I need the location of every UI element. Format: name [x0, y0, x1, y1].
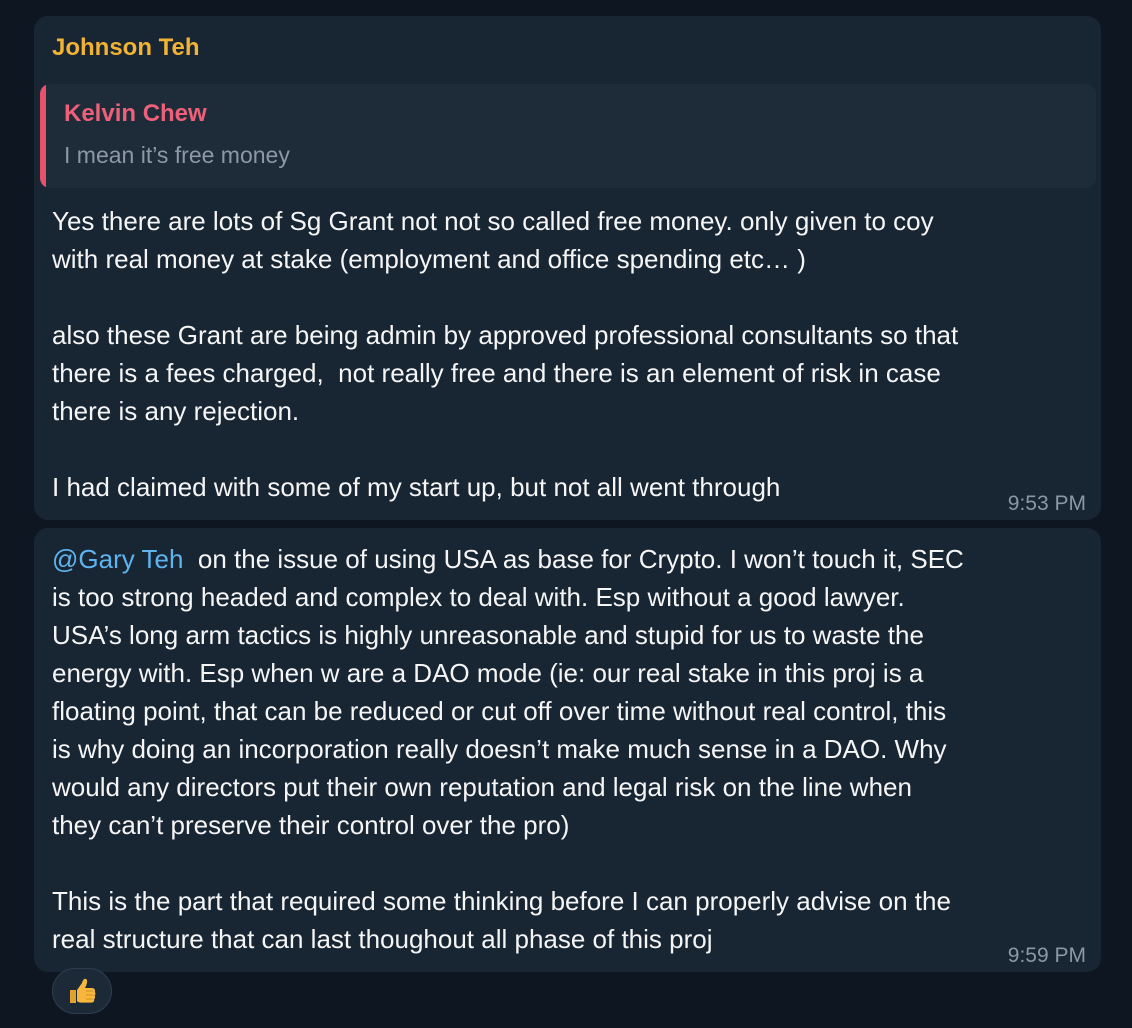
- message-bubble[interactable]: @Gary Teh on the issue of using USA as b…: [34, 528, 1101, 972]
- message-text: @Gary Teh on the issue of using USA as b…: [52, 540, 1083, 958]
- reply-bar: [40, 84, 46, 188]
- message-bubble[interactable]: Johnson Teh Kelvin Chew I mean it’s free…: [34, 16, 1101, 520]
- sender-name[interactable]: Johnson Teh: [52, 34, 200, 62]
- reply-sender-name: Kelvin Chew: [64, 100, 207, 127]
- message-time: 9:53 PM: [1007, 492, 1086, 515]
- reaction-badge[interactable]: [52, 968, 112, 1014]
- mention-link[interactable]: @Gary Teh: [52, 544, 183, 574]
- message-text: Yes there are lots of Sg Grant not not s…: [52, 206, 959, 502]
- reply-preview[interactable]: Kelvin Chew I mean it’s free money: [40, 84, 1096, 188]
- message-time: 9:59 PM: [1007, 944, 1086, 967]
- message-body: on the issue of using USA as base for Cr…: [52, 544, 964, 954]
- thumbs-up-icon: [70, 978, 96, 1003]
- reply-text: I mean it’s free money: [64, 142, 290, 168]
